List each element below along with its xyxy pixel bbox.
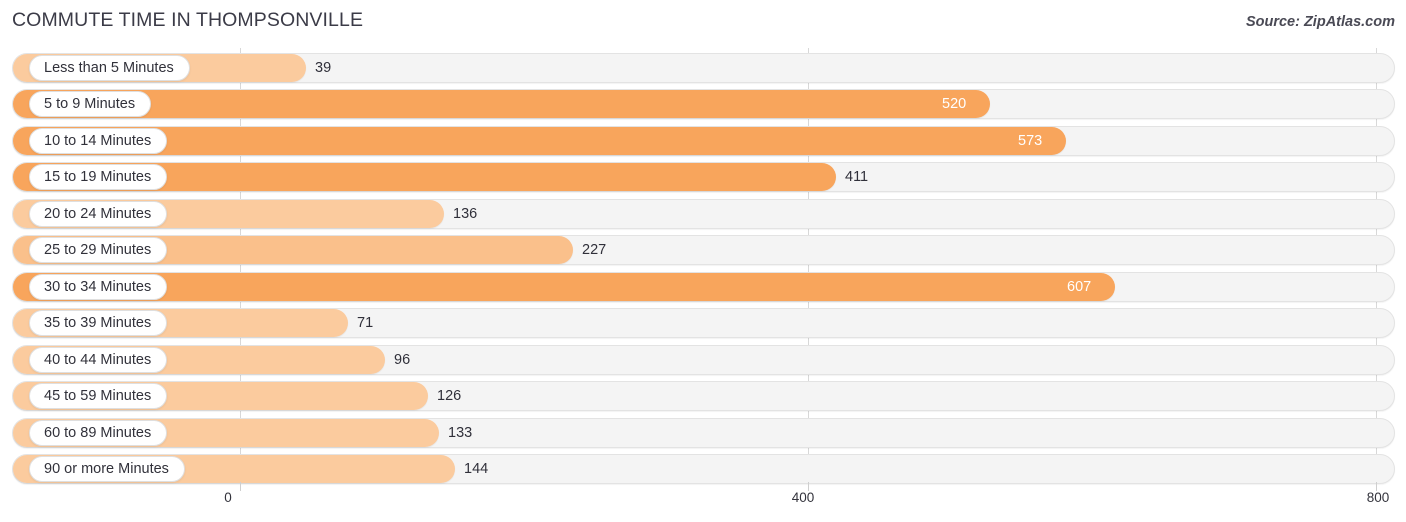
bar-category-label: 60 to 89 Minutes [29,419,168,446]
chart-container: COMMUTE TIME IN THOMPSONVILLE Source: Zi… [0,0,1406,522]
bar-category-label: 20 to 24 Minutes [29,200,168,227]
source-attribution: Source: ZipAtlas.com [1245,14,1395,30]
axis-tick-label: 0 [224,490,232,505]
bar-row[interactable]: 25 to 29 Minutes 227 [0,235,1406,266]
bar-fill [13,126,1066,155]
page-title: COMMUTE TIME IN THOMPSONVILLE [12,9,364,31]
bar-category-label: Less than 5 Minutes [29,55,190,81]
bar-row[interactable]: 5 to 9 Minutes 520 [0,89,1406,120]
bar-row[interactable]: 30 to 34 Minutes 607 [0,271,1406,302]
bar-value-label-outside: 126 [437,388,462,405]
bar-category-label: 5 to 9 Minutes [29,91,152,118]
bar-value-label-inside: 607 [1067,278,1092,295]
bar-row[interactable]: Less than 5 Minutes 39 [0,53,1406,83]
bar-value-label-outside: 144 [464,460,489,477]
bar-value-label-inside: 520 [942,96,967,113]
bar-category-label: 35 to 39 Minutes [29,310,168,337]
bar-category-label: 25 to 29 Minutes [29,237,168,264]
axis-tick-label: 400 [791,490,815,505]
bar-category-label: 90 or more Minutes [29,455,185,482]
axis-tick-mark [240,482,241,491]
bar-value-label-outside: 96 [394,351,411,368]
bar-value-label-inside: 573 [1018,132,1043,149]
plot-area: Less than 5 Minutes 39 5 to 9 Minutes 520 10… [0,48,1406,489]
bar-row[interactable]: 35 to 39 Minutes 71 [0,308,1406,339]
bar-row[interactable]: 10 to 14 Minutes 573 [0,125,1406,156]
bar-row[interactable]: 15 to 19 Minutes 411 [0,162,1406,193]
bar-category-label: 10 to 14 Minutes [29,127,168,154]
bar-fill [13,90,990,119]
bar-value-label-outside: 227 [582,242,607,259]
bar-row[interactable]: 60 to 89 Minutes 133 [0,417,1406,448]
x-axis: 0 400 800 [0,482,1406,522]
bar-value-label-outside: 136 [453,205,478,222]
axis-tick-label: 800 [1366,490,1390,505]
bar-value-label-outside: 411 [845,169,869,186]
bar-category-label: 45 to 59 Minutes [29,383,168,410]
bar-row[interactable]: 20 to 24 Minutes 136 [0,198,1406,229]
bar-value-label-outside: 71 [357,315,374,332]
bar-category-label: 15 to 19 Minutes [29,164,168,191]
bar-category-label: 40 to 44 Minutes [29,346,168,373]
bar-value-label-outside: 39 [315,60,332,76]
bar-fill [13,272,1115,301]
bar-value-label-outside: 133 [448,424,473,441]
bar-row[interactable]: 45 to 59 Minutes 126 [0,381,1406,412]
bar-row[interactable]: 40 to 44 Minutes 96 [0,344,1406,375]
bar-category-label: 30 to 34 Minutes [29,273,168,300]
bar-row[interactable]: 90 or more Minutes 144 [0,453,1406,484]
